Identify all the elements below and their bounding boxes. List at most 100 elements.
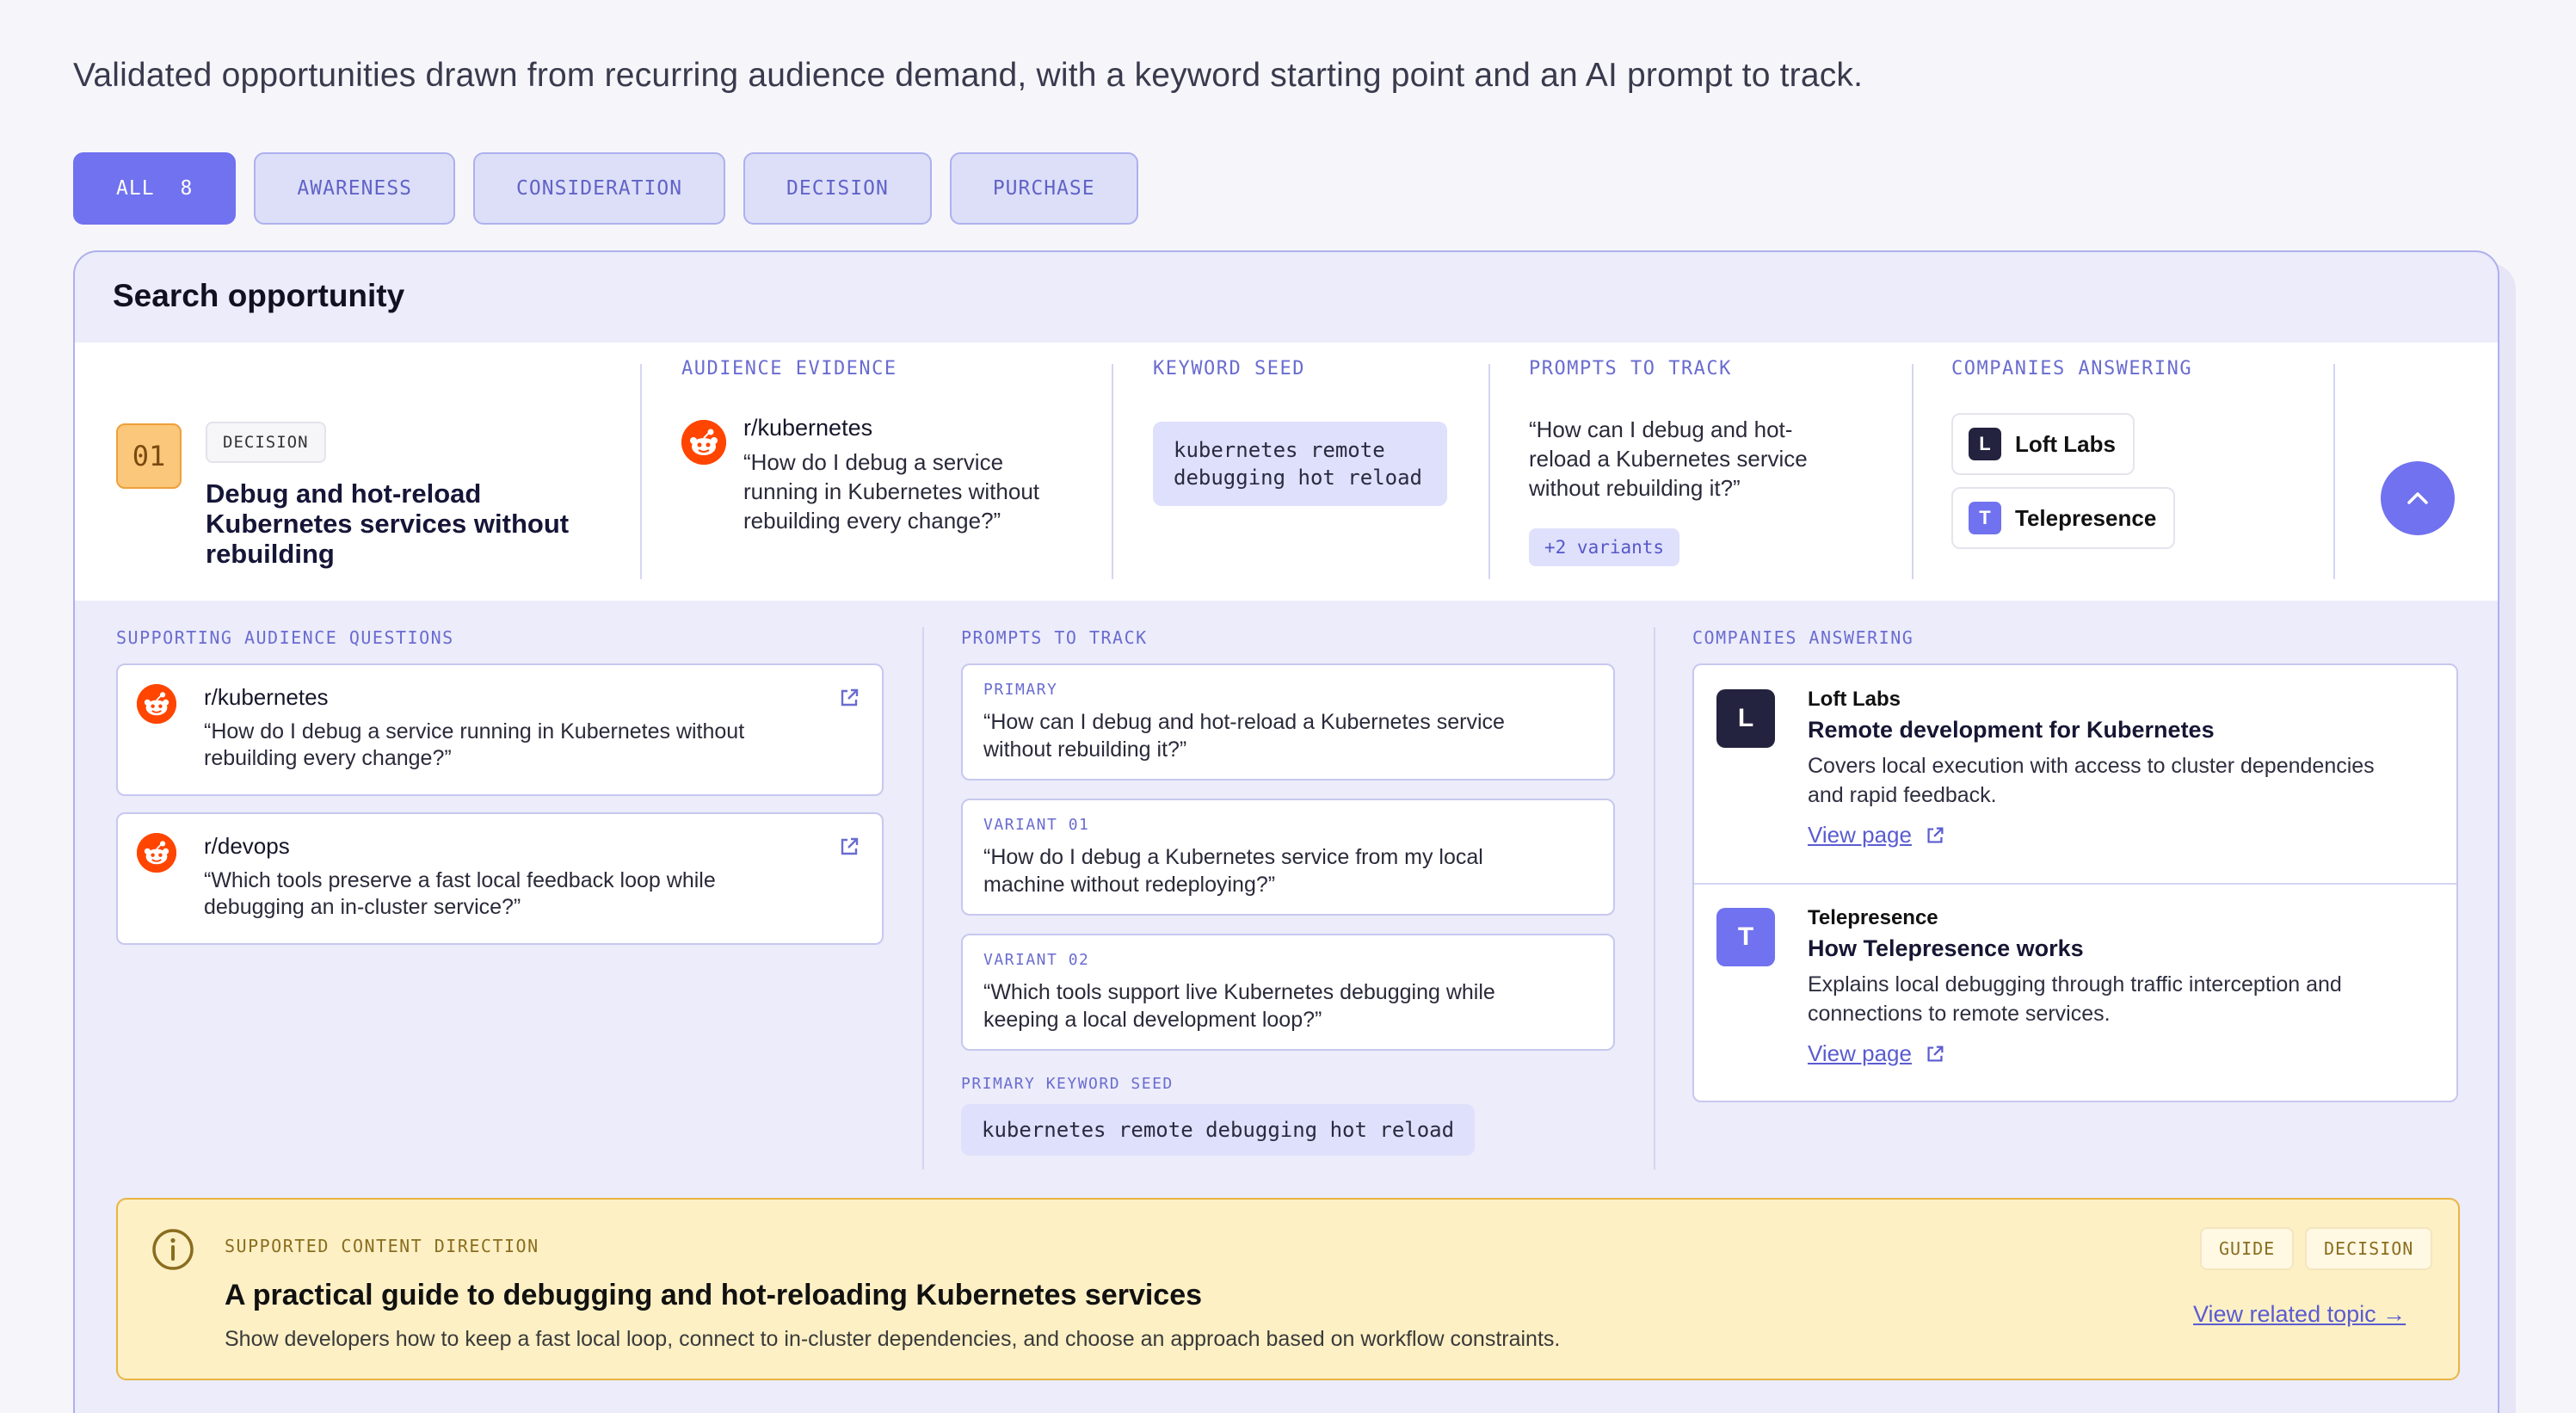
column-divider [2333,364,2335,579]
external-link-icon [841,688,859,706]
company-logo: T [1716,908,1775,966]
info-icon [152,1229,194,1270]
filter-tab-awareness[interactable]: AWARENESS [254,152,456,225]
question-quote: “Which tools preserve a fast local feedb… [204,867,866,921]
company-logo: T [1969,502,2001,534]
prompt-card-variant-01: VARIANT 01 “How do I debug a Kubernetes … [961,799,1615,916]
primary-keyword-label: PRIMARY KEYWORD SEED [961,1075,1174,1093]
keyword-seed-line: kubernetes remote [1174,438,1385,462]
view-page-link[interactable]: View page [1808,822,1946,848]
keyword-seed-label: KEYWORD SEED [1153,358,1305,379]
keyword-seed-box: kubernetes remote debugging hot reload [1153,422,1447,506]
view-page-label: View page [1808,1040,1912,1066]
company-divider [1694,883,2456,885]
question-line: rebuilding every change?” [204,746,452,770]
page-intro: Validated opportunities drawn from recur… [73,57,1864,94]
question-quote: “How do I debug a service running in Kub… [204,719,866,772]
company-page-title: How Telepresence works [1808,935,2084,961]
filter-tab-consideration[interactable]: CONSIDERATION [473,152,726,225]
opportunity-summary-row[interactable]: 01 DECISION Debug and hot-reload Kuberne… [75,342,2498,601]
variants-chip[interactable]: +2 variants [1529,528,1680,566]
company-logo: L [1969,428,2001,460]
column-divider [1488,364,1490,579]
prompt-quote: “How can I debug and hot-reload a Kubern… [1529,416,1808,501]
keyword-seed-line: debugging hot reload [1174,466,1422,490]
banner-chip-guide: GUIDE [2200,1227,2295,1270]
question-card[interactable]: r/devops “Which tools preserve a fast lo… [116,812,884,945]
prompt-text: “How do I debug a Kubernetes service fro… [983,843,1603,898]
prompt-text: “How can I debug and hot-reload a Kubern… [983,708,1603,763]
prompt-card-primary: PRIMARY “How can I debug and hot-reload … [961,663,1615,781]
banner-chip-decision: DECISION [2305,1227,2433,1270]
company-page-title: Remote development for Kubernetes [1808,717,2215,743]
question-line: “How do I debug a service running in Kub… [204,719,745,744]
banner-title: A practical guide to debugging and hot-r… [225,1279,1203,1311]
filter-tab-decision[interactable]: DECISION [743,152,932,225]
filter-tab-purchase[interactable]: PURCHASE [949,152,1138,225]
card-title: Search opportunity [113,278,405,313]
reddit-icon [137,833,176,873]
detail-companies-label: COMPANIES ANSWERING [1692,627,1914,648]
question-line: debugging an in-cluster service?” [204,895,521,919]
stage-filter-tabs: ALL 8 AWARENESS CONSIDERATION DECISION P… [73,152,1138,225]
view-page-label: View page [1808,822,1912,848]
question-subreddit: r/devops [204,833,290,859]
description-line: connections to remote services. [1808,1002,2111,1026]
filter-label: ALL [116,177,155,200]
question-line: “Which tools preserve a fast local feedb… [204,868,716,892]
companies-list: L Loft Labs Remote development for Kuber… [1692,663,2458,1102]
company-chip-telepresence: T Telepresence [1951,487,2176,549]
detail-divider [1654,627,1655,1169]
prompt-line: “How can I debug and hot-reload a Kubern… [983,710,1505,734]
banner-label: SUPPORTED CONTENT DIRECTION [225,1236,539,1256]
description-line: and rapid feedback. [1808,783,1997,807]
stage-tag: DECISION [206,422,326,463]
prompt-card-variant-02: VARIANT 02 “Which tools support live Kub… [961,934,1615,1051]
opportunity-card: Search opportunity 01 DECISION Debug and… [73,250,2499,1413]
company-name: Loft Labs [1808,688,1901,711]
prompt-line: machine without redeploying?” [983,873,1276,897]
company-chip-loft-labs: L Loft Labs [1951,413,2135,475]
company-name: Telepresence [2015,504,2157,531]
filter-tab-all[interactable]: ALL 8 [73,152,237,225]
content-direction-banner: SUPPORTED CONTENT DIRECTION A practical … [116,1198,2460,1380]
detail-prompts-label: PROMPTS TO TRACK [961,627,1148,648]
company-logo: L [1716,689,1775,748]
description-line: Explains local debugging through traffic… [1808,972,2342,997]
company-page-description: Explains local debugging through traffic… [1808,970,2444,1028]
company-page-description: Covers local execution with access to cl… [1808,751,2444,810]
view-related-topic-link[interactable]: View related topic → [2193,1301,2406,1328]
question-card[interactable]: r/kubernetes “How do I debug a service r… [116,663,884,796]
question-subreddit: r/kubernetes [204,684,329,710]
view-page-link[interactable]: View page [1808,1040,1946,1067]
prompt-line: without rebuilding it?” [983,737,1187,762]
detail-divider [922,627,924,1169]
external-link-icon [1927,1046,1944,1062]
audience-evidence-label: AUDIENCE EVIDENCE [681,358,897,379]
banner-description: Show developers how to keep a fast local… [225,1327,1561,1351]
company-name: Telepresence [1808,906,1938,929]
external-link-icon [841,837,859,855]
supporting-questions-label: SUPPORTING AUDIENCE QUESTIONS [116,627,454,648]
company-name: Loft Labs [2015,430,2116,457]
prompt-line: “Which tools support live Kubernetes deb… [983,980,1495,1004]
opportunity-number-badge: 01 [116,423,182,489]
description-line: Covers local execution with access to cl… [1808,754,2375,778]
evidence-subreddit: r/kubernetes [743,415,873,441]
external-link-icon [1927,827,1944,843]
prompt-tag: VARIANT 02 [983,951,1090,969]
reddit-icon [137,684,176,724]
column-divider [1112,364,1113,579]
prompt-tag: VARIANT 01 [983,816,1090,834]
column-divider [640,364,642,579]
primary-keyword-box: kubernetes remote debugging hot reload [961,1104,1476,1156]
column-divider [1912,364,1914,579]
collapse-button[interactable] [2381,461,2455,535]
filter-count: 8 [180,177,194,200]
companies-label: COMPANIES ANSWERING [1951,358,2193,379]
prompt-text: “Which tools support live Kubernetes deb… [983,978,1603,1034]
prompt-tag: PRIMARY [983,681,1058,699]
prompt-line: keeping a local development loop?” [983,1008,1322,1032]
prompts-label: PROMPTS TO TRACK [1529,358,1732,379]
prompt-line: “How do I debug a Kubernetes service fro… [983,845,1483,869]
